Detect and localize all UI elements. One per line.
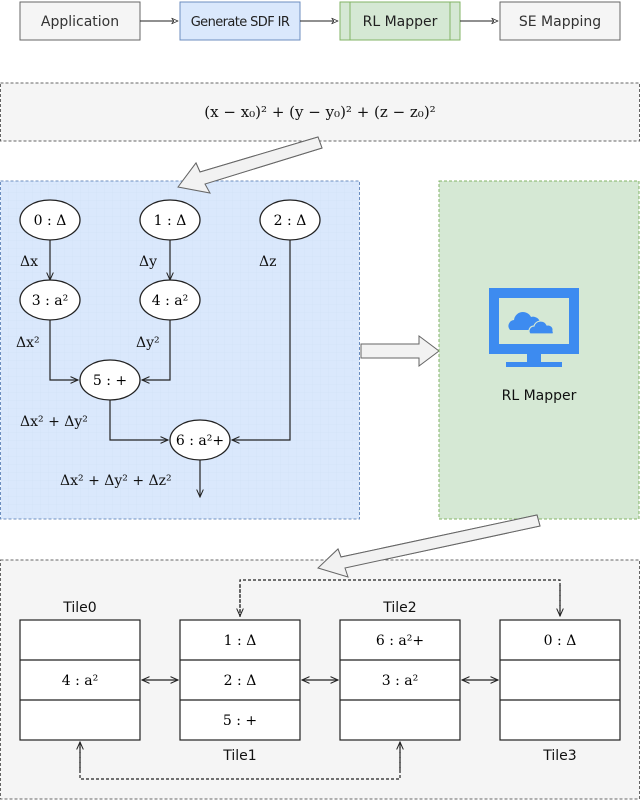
node-label: 6 : a²+ [176, 433, 224, 449]
node-label: 5 : + [93, 373, 127, 389]
pipeline-step-label: SE Mapping [519, 14, 601, 30]
tile-slot: 5 : + [223, 713, 257, 729]
formula-box: (x − x₀)² + (y − y₀)² + (z − z₀)² [0, 82, 640, 142]
flow-arrow-ir-to-rl [360, 335, 440, 367]
tile-slot: 1 : Δ [224, 633, 257, 649]
ir-node-3[interactable]: 3 : a² [19, 279, 81, 321]
ir-node-6[interactable]: 6 : a²+ [169, 419, 231, 461]
pipeline-step-generate-sdf-ir[interactable]: Generate SDF IR [179, 1, 301, 41]
edge-label-sum-xy: Δx² + Δy² [20, 414, 88, 430]
pipeline: Application Generate SDF IR RL Mapper SE… [19, 1, 621, 41]
sdf-formula: (x − x₀)² + (y − y₀)² + (z − z₀)² [204, 103, 435, 121]
edge-label-dx2: Δx² [16, 335, 40, 351]
pipeline-step-rl-mapper[interactable]: RL Mapper [339, 1, 461, 41]
node-label: 2 : Δ [274, 213, 307, 229]
pipeline-step-label: RL Mapper [363, 14, 438, 30]
ir-node-1[interactable]: 1 : Δ [139, 199, 201, 241]
edge-label-sum-xyz: Δx² + Δy² + Δz² [60, 473, 172, 489]
node-label: 1 : Δ [154, 213, 187, 229]
tile-name: Tile0 [62, 600, 96, 616]
node-label: 0 : Δ [34, 213, 67, 229]
rl-mapper-panel: RL Mapper [438, 180, 640, 520]
pipeline-step-application[interactable]: Application [19, 1, 141, 41]
pipeline-step-label: Generate SDF IR [191, 15, 290, 30]
ir-node-2[interactable]: 2 : Δ [259, 199, 321, 241]
sdf-mapping-diagram: Application Generate SDF IR RL Mapper SE… [0, 1, 640, 800]
pipeline-step-label: Application [41, 14, 119, 30]
tile-2[interactable]: Tile2 6 : a²+ 3 : a² [339, 600, 461, 741]
edge-label-dz: Δz [259, 254, 277, 270]
edge-label-dx: Δx [20, 254, 38, 270]
tile-name: Tile1 [222, 748, 256, 764]
ir-node-4[interactable]: 4 : a² [139, 279, 201, 321]
tile-name: Tile2 [382, 600, 416, 616]
edge-label-dy2: Δy² [136, 335, 160, 351]
tile-0[interactable]: Tile0 4 : a² [19, 600, 141, 741]
rl-mapper-label: RL Mapper [502, 388, 577, 404]
pipeline-step-se-mapping[interactable]: SE Mapping [499, 1, 621, 41]
edge-label-dy: Δy [139, 254, 157, 270]
node-label: 3 : a² [32, 293, 68, 309]
tile-slot: 0 : Δ [544, 633, 577, 649]
tile-slot: 2 : Δ [224, 673, 257, 689]
tile-slot: 6 : a²+ [376, 633, 424, 649]
tile-name: Tile3 [542, 748, 576, 764]
ir-node-0[interactable]: 0 : Δ [19, 199, 81, 241]
ir-node-5[interactable]: 5 : + [79, 359, 141, 401]
tile-slot: 4 : a² [62, 673, 98, 689]
node-label: 4 : a² [152, 293, 188, 309]
tile-slot: 3 : a² [382, 673, 418, 689]
